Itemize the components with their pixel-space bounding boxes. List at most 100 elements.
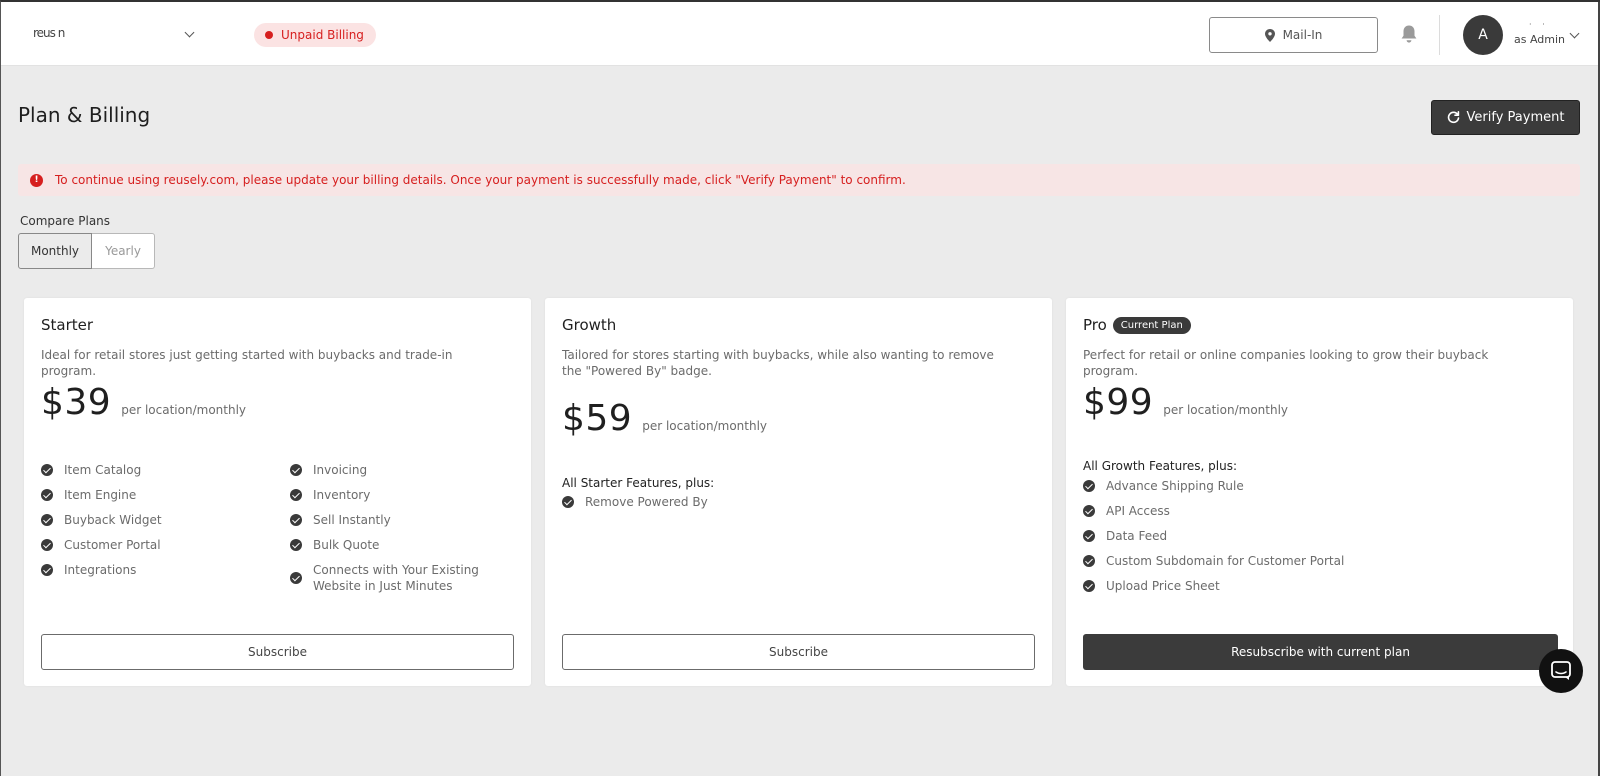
current-plan-badge: Current Plan xyxy=(1112,316,1191,334)
feature-label: API Access xyxy=(1106,504,1170,518)
check-circle-icon xyxy=(1083,505,1095,517)
resubscribe-button[interactable]: Resubscribe with current plan xyxy=(1083,634,1558,670)
list-item: Buyback Widget xyxy=(41,512,271,528)
map-pin-icon xyxy=(1264,28,1275,42)
alert-message: To continue using reusely.com, please up… xyxy=(55,173,906,187)
divider xyxy=(1439,15,1440,55)
check-circle-icon xyxy=(290,572,302,584)
verify-payment-button[interactable]: Verify Payment xyxy=(1431,100,1580,135)
features-heading: All Growth Features, plus: xyxy=(1083,459,1238,473)
check-circle-icon xyxy=(41,489,53,501)
plan-card-growth: Growth Tailored for stores starting with… xyxy=(545,298,1052,686)
subscribe-button-starter[interactable]: Subscribe xyxy=(41,634,514,670)
list-item: Item Engine xyxy=(41,487,271,503)
list-item: Integrations xyxy=(41,562,271,578)
plan-price-unit: per location/monthly xyxy=(1163,403,1289,417)
feature-label: Data Feed xyxy=(1106,529,1168,543)
chevron-down-icon xyxy=(184,27,195,38)
verify-payment-label: Verify Payment xyxy=(1466,110,1565,125)
check-circle-icon xyxy=(1083,530,1095,542)
feature-label: Invoicing xyxy=(313,463,368,477)
avatar[interactable]: A xyxy=(1463,15,1503,55)
feature-label: Remove Powered By xyxy=(585,495,708,509)
list-item: Item Catalog xyxy=(41,462,271,478)
plan-price-row: $39 per location/monthly xyxy=(41,382,246,423)
chat-launcher-button[interactable] xyxy=(1539,649,1583,693)
list-item: Sell Instantly xyxy=(290,512,520,528)
feature-label: Custom Subdomain for Customer Portal xyxy=(1106,554,1345,568)
alert-info-icon: ! xyxy=(30,173,43,187)
list-item: Data Feed xyxy=(1083,528,1543,544)
billing-status-badge: Unpaid Billing xyxy=(254,23,376,47)
chat-icon xyxy=(1551,661,1571,680)
list-item: Inventory xyxy=(290,487,520,503)
list-item: Upload Price Sheet xyxy=(1083,578,1543,594)
plan-card-starter: Starter Ideal for retail stores just get… xyxy=(24,298,531,686)
user-name: · · xyxy=(1529,20,1549,29)
feature-label: Bulk Quote xyxy=(313,538,380,552)
feature-label: Buyback Widget xyxy=(64,513,162,527)
plan-price: $39 xyxy=(41,382,112,423)
plan-name: Pro Current Plan xyxy=(1083,316,1191,334)
page-title: Plan & Billing xyxy=(18,103,151,127)
plan-name: Growth xyxy=(562,316,616,334)
feature-label: Customer Portal xyxy=(64,538,161,552)
plan-title: Growth xyxy=(562,316,617,334)
feature-list-col2: Invoicing Inventory Sell Instantly Bulk … xyxy=(290,462,520,603)
refresh-icon xyxy=(1447,111,1459,124)
compare-plans-label: Compare Plans xyxy=(20,214,111,228)
check-circle-icon xyxy=(290,489,302,501)
yearly-toggle-button[interactable]: Yearly xyxy=(92,233,155,269)
plan-description: Tailored for stores starting with buybac… xyxy=(562,348,994,378)
feature-label: Item Engine xyxy=(64,488,137,502)
feature-list-col1: Item Catalog Item Engine Buyback Widget … xyxy=(41,462,271,587)
check-circle-icon xyxy=(41,464,53,476)
list-item: Bulk Quote xyxy=(290,537,520,553)
list-item: Advance Shipping Rule xyxy=(1083,478,1543,494)
list-item: Remove Powered By xyxy=(562,494,1022,510)
organization-name: reus n xyxy=(33,26,65,40)
features-heading: All Starter Features, plus: xyxy=(562,476,715,490)
app-window: reus n Unpaid Billing Mail-In A · · as A… xyxy=(0,0,1600,776)
plan-price: $99 xyxy=(1083,382,1154,423)
check-circle-icon xyxy=(41,564,53,576)
user-role: as Admin xyxy=(1514,33,1566,46)
plan-price: $59 xyxy=(562,398,633,439)
plan-description: Perfect for retail or online companies l… xyxy=(1083,348,1489,378)
list-item: Customer Portal xyxy=(41,537,271,553)
bell-icon[interactable] xyxy=(1400,24,1418,44)
subscribe-button-growth[interactable]: Subscribe xyxy=(562,634,1035,670)
check-circle-icon xyxy=(41,539,53,551)
monthly-toggle-button[interactable]: Monthly xyxy=(18,233,92,269)
billing-period-toggle: Monthly Yearly xyxy=(18,233,155,269)
plan-title: Starter xyxy=(41,316,94,334)
location-select-button[interactable]: Mail-In xyxy=(1209,17,1378,53)
list-item: Custom Subdomain for Customer Portal xyxy=(1083,553,1543,569)
list-item: API Access xyxy=(1083,503,1543,519)
plan-price-row: $99 per location/monthly xyxy=(1083,382,1288,423)
status-dot-icon xyxy=(265,31,273,39)
check-circle-icon xyxy=(290,464,302,476)
billing-status-label: Unpaid Billing xyxy=(281,28,364,42)
check-circle-icon xyxy=(290,514,302,526)
plan-price-unit: per location/monthly xyxy=(642,419,768,433)
plan-title: Pro xyxy=(1083,316,1107,334)
billing-alert: ! To continue using reusely.com, please … xyxy=(18,164,1580,196)
feature-label: Connects with Your Existing Website in J… xyxy=(313,563,479,593)
user-menu-chevron-down-icon[interactable] xyxy=(1569,28,1580,39)
plan-price-unit: per location/monthly xyxy=(121,403,247,417)
plan-card-pro: Pro Current Plan Perfect for retail or o… xyxy=(1066,298,1573,686)
feature-label: Inventory xyxy=(313,488,371,502)
feature-label: Advance Shipping Rule xyxy=(1106,479,1244,493)
plan-name: Starter xyxy=(41,316,93,334)
feature-list: Advance Shipping Rule API Access Data Fe… xyxy=(1083,478,1543,603)
location-label: Mail-In xyxy=(1282,28,1323,42)
list-item: Invoicing xyxy=(290,462,520,478)
check-circle-icon xyxy=(1083,580,1095,592)
feature-label: Sell Instantly xyxy=(313,513,391,527)
organization-select[interactable]: reus n xyxy=(31,24,203,46)
check-circle-icon xyxy=(290,539,302,551)
top-bar: reus n Unpaid Billing Mail-In A · · as A… xyxy=(1,2,1599,66)
check-circle-icon xyxy=(1083,480,1095,492)
feature-label: Upload Price Sheet xyxy=(1106,579,1220,593)
